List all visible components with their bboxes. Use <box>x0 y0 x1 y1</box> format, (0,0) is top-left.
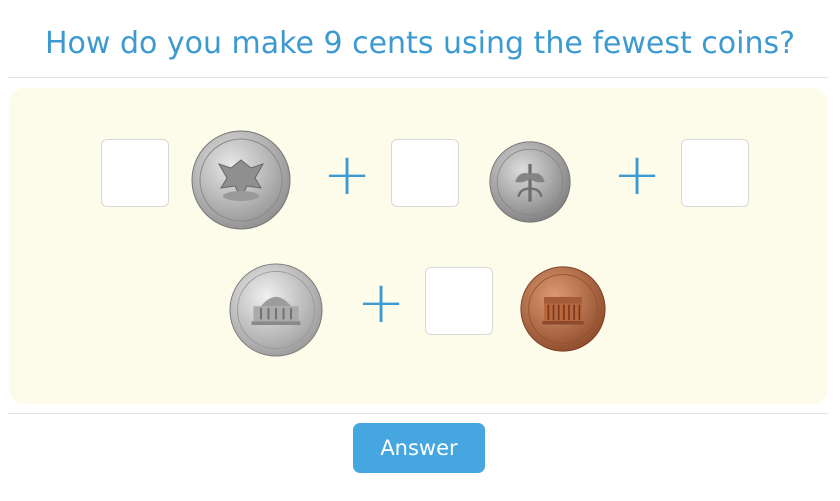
plus-sign: + <box>322 140 372 208</box>
top-divider <box>8 77 828 78</box>
dime-count-input[interactable] <box>391 139 459 207</box>
bottom-divider <box>8 413 828 414</box>
quarter-count-input[interactable] <box>101 139 169 207</box>
plus-sign: + <box>612 140 662 208</box>
coin-equation-panel <box>9 88 828 404</box>
nickel-count-input[interactable] <box>681 139 749 207</box>
answer-button[interactable]: Answer <box>353 423 485 473</box>
quarter-coin-icon <box>191 130 291 230</box>
dime-coin-icon <box>489 141 571 223</box>
plus-sign: + <box>356 268 406 336</box>
penny-coin-icon <box>520 266 606 352</box>
penny-count-input[interactable] <box>425 267 493 335</box>
question-title: How do you make 9 cents using the fewest… <box>44 26 796 61</box>
nickel-coin-icon <box>229 263 323 357</box>
